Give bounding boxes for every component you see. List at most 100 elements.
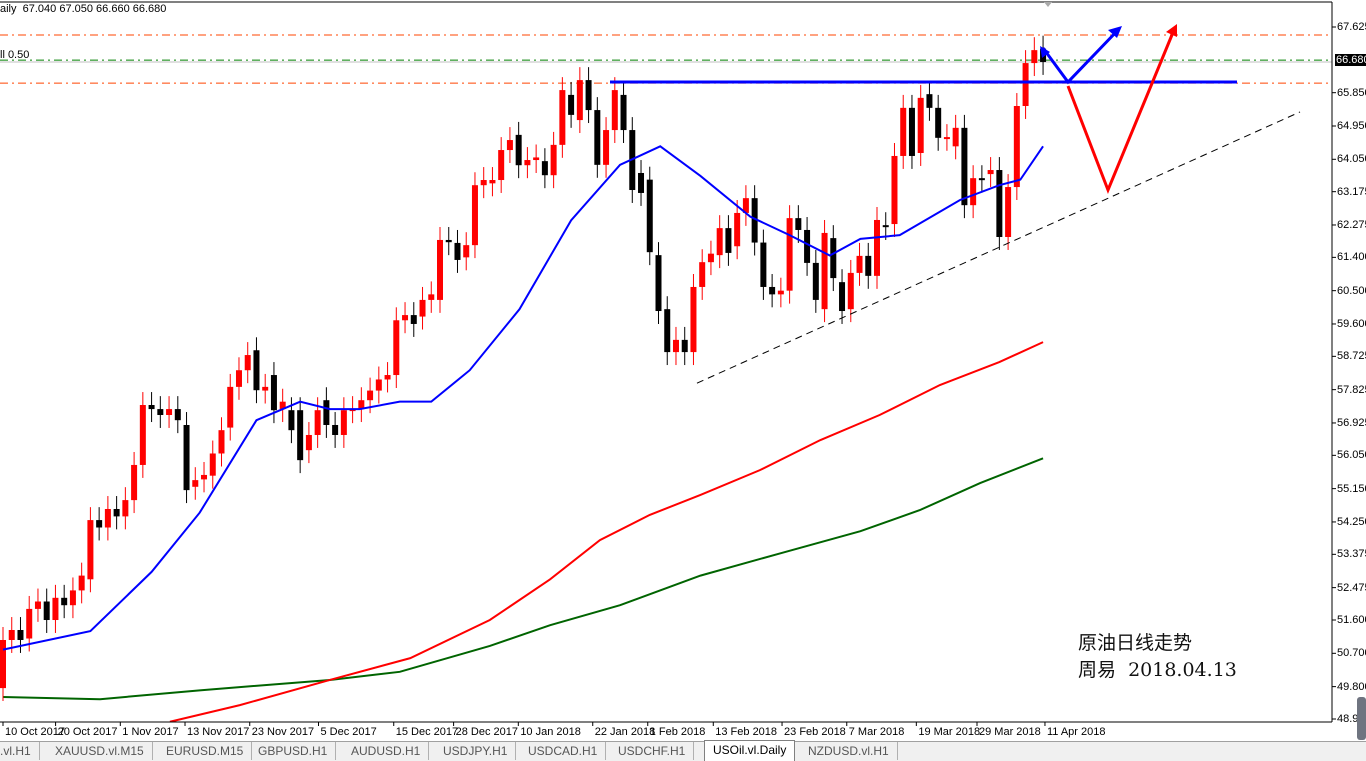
candle-bull bbox=[1005, 187, 1012, 238]
candle-bull bbox=[34, 601, 41, 609]
candle-bull bbox=[201, 474, 208, 480]
candle-bull bbox=[943, 137, 950, 140]
candle-bull bbox=[970, 178, 977, 206]
candle-bear bbox=[445, 239, 452, 243]
candle-bull bbox=[900, 107, 907, 156]
price-label: 50.700 bbox=[1337, 647, 1366, 660]
candle-bull bbox=[218, 430, 225, 454]
candle-bull bbox=[874, 219, 880, 276]
candle-bull bbox=[506, 140, 513, 151]
candle-bull bbox=[393, 320, 400, 376]
candle-bear bbox=[996, 170, 1003, 238]
candle-bull bbox=[87, 520, 94, 580]
candle-bull bbox=[480, 180, 487, 186]
price-label: 49.800 bbox=[1337, 680, 1366, 693]
candle-bear bbox=[839, 282, 846, 312]
date-label: 13 Feb 2018 bbox=[715, 726, 778, 738]
tab-usoil-vl-daily[interactable]: USOil.vl.Daily bbox=[704, 740, 796, 761]
candle-bull bbox=[498, 150, 505, 181]
candle-bull bbox=[856, 255, 863, 273]
candle-bull bbox=[428, 294, 435, 300]
candle-bear bbox=[681, 339, 688, 353]
candle-bull bbox=[104, 508, 111, 528]
tab-usdjpy-h1[interactable]: USDJPY.H1 bbox=[435, 742, 517, 760]
price-label: 60.500 bbox=[1337, 284, 1366, 297]
candle-bull bbox=[952, 127, 959, 147]
candle-bull bbox=[734, 212, 741, 247]
candle-bull bbox=[8, 630, 15, 640]
candle-bear bbox=[664, 309, 671, 353]
candle-bull bbox=[209, 453, 216, 476]
tab-nzdusd-vl-h1[interactable]: NZDUSD.vl.H1 bbox=[800, 742, 898, 760]
candle-bear bbox=[865, 255, 872, 276]
candle-bull bbox=[122, 500, 129, 517]
candle-bear bbox=[638, 172, 645, 193]
tab-usdchf-h1[interactable]: USDCHF.H1 bbox=[610, 742, 695, 760]
candle-bear bbox=[795, 218, 802, 230]
price-label: 64.950 bbox=[1337, 119, 1366, 132]
candle-bull bbox=[891, 155, 898, 225]
date-label: 28 Dec 2017 bbox=[455, 726, 518, 738]
projection-arrow-blue bbox=[1041, 28, 1120, 85]
tab-xauusd-vl-m15[interactable]: XAUUSD.vl.M15 bbox=[47, 742, 153, 760]
chart-tabs: .vl.H1 XAUUSD.vl.M15 EURUSD.M15 GBPUSD.H1 AU… bbox=[0, 740, 1366, 761]
candle-bear bbox=[113, 508, 120, 517]
candle-bear bbox=[410, 315, 417, 324]
candle-bull bbox=[690, 286, 697, 353]
candle-bear bbox=[253, 350, 260, 391]
scrollbar[interactable] bbox=[1357, 697, 1366, 740]
price-label: 56.925 bbox=[1337, 416, 1366, 429]
date-label: 13 Nov 2017 bbox=[187, 726, 250, 738]
candle-bull bbox=[672, 339, 679, 353]
date-label: 23 Feb 2018 bbox=[784, 726, 846, 738]
tab-vl-h1[interactable]: .vl.H1 bbox=[0, 742, 40, 760]
trade-level-label[interactable]: ll 0.50 bbox=[0, 49, 29, 61]
price-chart[interactable]: aily 67.040 67.050 66.660 66.680 ll 0.50… bbox=[0, 0, 1366, 740]
candle-bear bbox=[288, 410, 295, 431]
candle-bull bbox=[1022, 63, 1029, 107]
candle-bear bbox=[908, 107, 915, 156]
candle-bull bbox=[611, 90, 618, 131]
candle-bull bbox=[419, 299, 426, 317]
candle-bull bbox=[1031, 50, 1038, 64]
date-label: 7 Mar 2018 bbox=[848, 726, 905, 738]
price-label: 51.600 bbox=[1337, 614, 1366, 626]
price-label: 56.050 bbox=[1337, 449, 1366, 462]
price-label: 54.250 bbox=[1337, 515, 1366, 528]
candle-bull bbox=[139, 405, 146, 465]
date-label: 10 Oct 2017 bbox=[5, 726, 65, 738]
date-label: 20 Oct 2017 bbox=[57, 726, 118, 738]
candle-bull bbox=[463, 245, 470, 258]
annotation-title: 原油日线走势 bbox=[1078, 632, 1193, 654]
tab-usdcad-h1[interactable]: USDCAD.H1 bbox=[520, 742, 607, 760]
tab-audusd-h1[interactable]: AUDUSD.H1 bbox=[343, 742, 430, 760]
tab-eurusd-m15[interactable]: EURUSD.M15 bbox=[158, 742, 253, 760]
ma-slow-line bbox=[2, 457, 1044, 701]
candle-bull bbox=[52, 597, 59, 621]
price-label: 57.825 bbox=[1337, 383, 1366, 396]
candle-bull bbox=[917, 97, 924, 154]
candle-bear bbox=[43, 601, 50, 621]
price-label: 63.175 bbox=[1337, 185, 1366, 198]
candle-bear bbox=[620, 94, 627, 131]
candle-bear bbox=[541, 161, 548, 176]
candle-bull bbox=[533, 157, 540, 161]
price-label: 55.150 bbox=[1337, 482, 1366, 495]
candle-bear bbox=[978, 178, 985, 181]
chart-header: aily 67.040 67.050 66.660 66.680 bbox=[0, 3, 166, 15]
candle-bear bbox=[297, 410, 304, 461]
candle-bear bbox=[804, 229, 811, 263]
candle-bear bbox=[157, 409, 164, 416]
date-label: 10 Jan 2018 bbox=[520, 726, 581, 738]
date-label: 5 Dec 2017 bbox=[320, 726, 377, 738]
candle-bear bbox=[655, 255, 662, 312]
candle-bull bbox=[375, 379, 382, 391]
tab-gbpusd-h1[interactable]: GBPUSD.H1 bbox=[250, 742, 337, 760]
candle-bear bbox=[760, 242, 767, 287]
candle-bear bbox=[594, 110, 601, 165]
candle-bear bbox=[332, 424, 339, 435]
price-label: 62.275 bbox=[1337, 218, 1366, 231]
price-label: 64.050 bbox=[1337, 153, 1366, 166]
date-label: 1 Nov 2017 bbox=[122, 726, 179, 738]
candle-bull bbox=[244, 355, 251, 371]
